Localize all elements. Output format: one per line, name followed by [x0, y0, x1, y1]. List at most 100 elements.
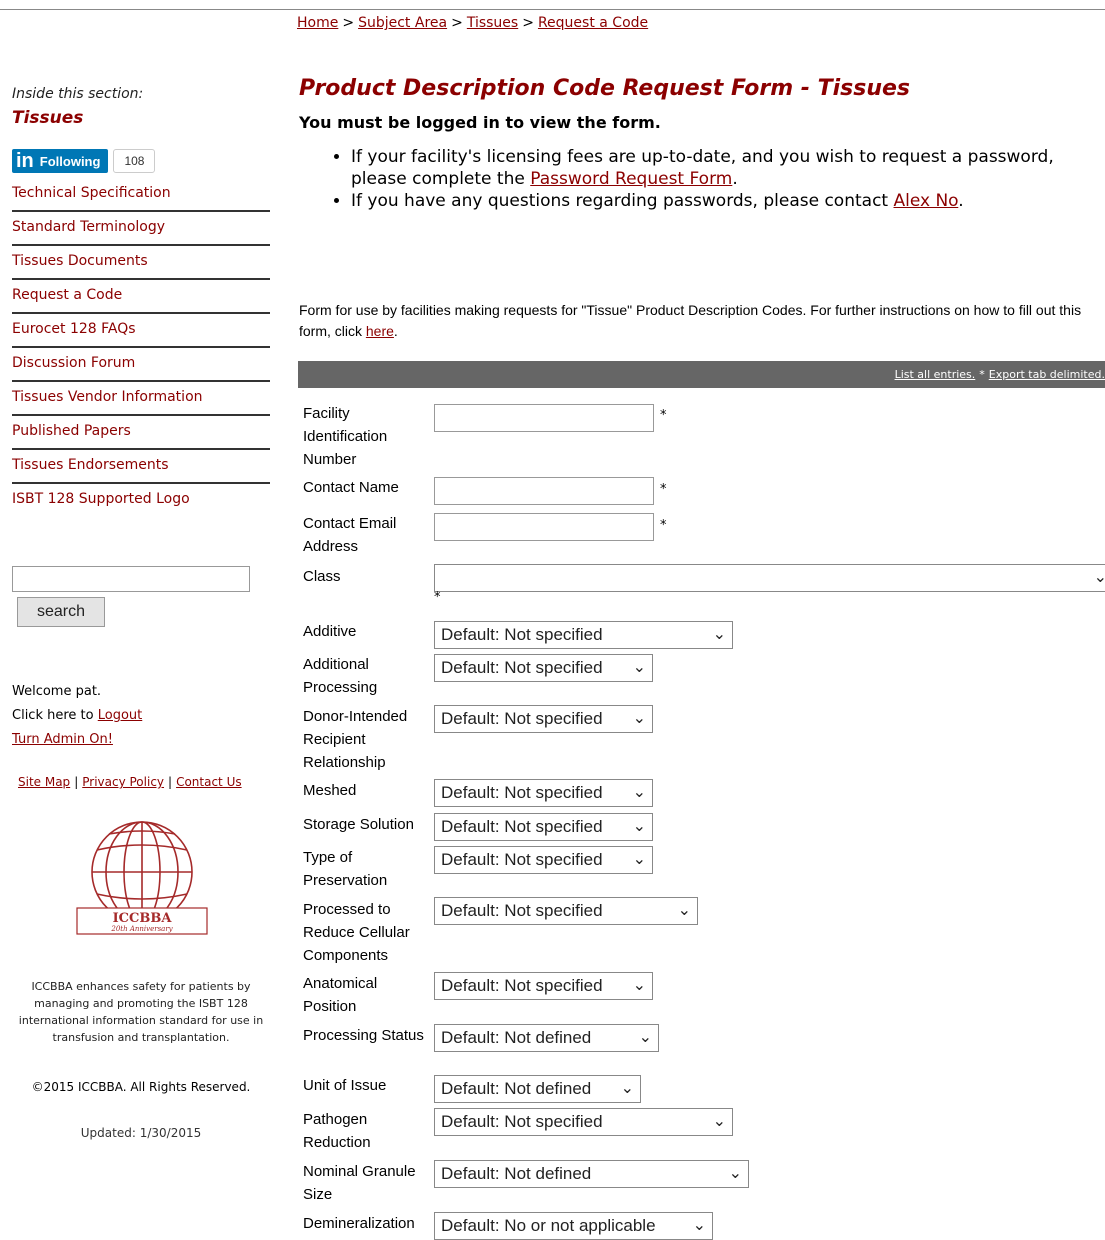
section-title: Tissues — [12, 108, 84, 128]
breadcrumb-home[interactable]: Home — [297, 15, 338, 31]
chevron-down-icon: ⌄ — [712, 1113, 726, 1130]
linkedin-follow-button[interactable]: in Following — [12, 149, 109, 173]
required-marker: * — [434, 590, 441, 605]
contact-us-link[interactable]: Contact Us — [176, 775, 242, 789]
class-label: Class — [303, 568, 341, 585]
logo-subtitle: 20th Anniversary — [110, 925, 173, 933]
form-toolbar: List all entries. * Export tab delimited. — [298, 361, 1105, 388]
reduce-cellular-label: Processed to Reduce Cellular Components — [303, 901, 410, 964]
search-button[interactable]: search — [17, 597, 105, 627]
granule-size-select[interactable]: Default: Not defined ⌄ — [434, 1160, 749, 1188]
copyright: ©2015 ICCBBA. All Rights Reserved. — [31, 1080, 251, 1094]
linkedin-icon: in — [16, 149, 34, 172]
logout-line: Click here to Logout — [12, 704, 142, 728]
facility-id-input[interactable] — [434, 404, 654, 432]
breadcrumb: Home > Subject Area > Tissues > Request a Code — [297, 15, 648, 31]
chevron-down-icon: ⌄ — [632, 977, 646, 994]
iccbba-logo: ICCBBA 20th Anniversary — [67, 816, 217, 944]
breadcrumb-subject-area[interactable]: Subject Area — [358, 15, 447, 31]
select-value: Default: Not specified — [441, 817, 603, 836]
linkedin-follow-label: Following — [39, 153, 101, 169]
anatomical-position-select[interactable]: Default: Not specified ⌄ — [434, 972, 653, 1000]
sidebar-link[interactable]: Tissues Documents — [12, 253, 148, 269]
contact-email-label: Contact Email Address — [303, 515, 397, 555]
sidebar-item-vendor-information: Tissues Vendor Information — [12, 382, 270, 416]
sidebar-item-standard-terminology: Standard Terminology — [12, 212, 270, 246]
footer-divider: | — [168, 775, 173, 789]
login-required-message: You must be logged in to view the form. — [299, 113, 661, 132]
sidebar-link[interactable]: Eurocet 128 FAQs — [12, 321, 136, 337]
site-map-link[interactable]: Site Map — [18, 775, 70, 789]
donor-relationship-select[interactable]: Default: Not specified ⌄ — [434, 705, 653, 733]
form-intro-end: . — [393, 323, 398, 339]
sidebar: Inside this section: Tissues in Followin… — [12, 86, 270, 1140]
list-item: If your facility's licensing fees are up… — [351, 146, 1105, 190]
contact-email-input[interactable] — [434, 513, 654, 541]
form-intro-text: Form for use by facilities making reques… — [299, 302, 1082, 339]
inside-section-label: Inside this section: — [12, 86, 144, 102]
sidebar-link[interactable]: Discussion Forum — [12, 355, 135, 371]
granule-size-label: Nominal Granule Size — [303, 1163, 416, 1203]
sidebar-link[interactable]: Tissues Endorsements — [12, 457, 169, 473]
welcome-block: Welcome pat. Click here to Logout Turn A… — [12, 680, 142, 752]
select-value: Default: Not defined — [441, 1028, 592, 1047]
class-select[interactable]: ⌄ — [434, 564, 1105, 592]
reduce-cellular-select[interactable]: Default: Not specified ⌄ — [434, 897, 698, 925]
demineralization-select[interactable]: Default: No or not applicable ⌄ — [434, 1212, 713, 1240]
sidebar-link[interactable]: Tissues Vendor Information — [12, 389, 203, 405]
list-all-entries-link[interactable]: List all entries. — [895, 368, 976, 381]
contact-name-input[interactable] — [434, 477, 654, 505]
password-contact-text: If you have any questions regarding pass… — [351, 191, 889, 211]
select-value: Default: Not specified — [441, 709, 603, 728]
facility-id-label: Facility Identification Number — [303, 405, 388, 468]
chevron-down-icon: ⌄ — [1093, 569, 1105, 586]
select-value: Default: Not specified — [441, 850, 603, 869]
admin-toggle-link[interactable]: Turn Admin On! — [12, 732, 113, 747]
sidebar-link[interactable]: Published Papers — [12, 423, 131, 439]
select-value: Default: No or not applicable — [441, 1216, 656, 1235]
additive-label: Additive — [303, 623, 357, 640]
additive-select[interactable]: Default: Not specified ⌄ — [434, 621, 733, 649]
pathogen-reduction-label: Pathogen Reduction — [303, 1111, 371, 1151]
sidebar-link[interactable]: ISBT 128 Supported Logo — [12, 491, 190, 507]
unit-of-issue-select[interactable]: Default: Not defined ⌄ — [434, 1075, 641, 1103]
logout-link[interactable]: Logout — [98, 708, 143, 723]
select-value: Default: Not defined — [441, 1079, 592, 1098]
search-input[interactable] — [12, 566, 250, 592]
additional-processing-select[interactable]: Default: Not specified ⌄ — [434, 654, 653, 682]
password-request-link[interactable]: Password Request Form — [530, 169, 732, 189]
processing-status-select[interactable]: Default: Not defined ⌄ — [434, 1024, 659, 1052]
contact-name-label: Contact Name — [303, 479, 399, 496]
sidebar-item-supported-logo: ISBT 128 Supported Logo — [12, 484, 270, 516]
preservation-type-label: Type of Preservation — [303, 849, 388, 889]
select-value: Default: Not specified — [441, 1112, 603, 1131]
export-tab-delimited-link[interactable]: Export tab delimited. — [989, 368, 1105, 381]
linkedin-follower-count: 108 — [113, 149, 156, 173]
sidebar-item-technical-specification: Technical Specification — [12, 178, 270, 212]
breadcrumb-tissues[interactable]: Tissues — [467, 15, 518, 31]
chevron-down-icon: ⌄ — [620, 1080, 634, 1097]
instructions-link[interactable]: here — [366, 323, 394, 339]
chevron-down-icon: ⌄ — [632, 659, 646, 676]
required-marker: * — [660, 408, 667, 423]
demineralization-label: Demineralization — [303, 1215, 415, 1232]
breadcrumb-separator: > — [342, 15, 355, 31]
meshed-select[interactable]: Default: Not specified ⌄ — [434, 779, 653, 807]
sidebar-item-tissues-documents: Tissues Documents — [12, 246, 270, 280]
processing-status-label: Processing Status — [303, 1027, 424, 1044]
preservation-type-select[interactable]: Default: Not specified ⌄ — [434, 846, 653, 874]
toolbar-separator: * — [979, 368, 985, 381]
storage-solution-select[interactable]: Default: Not specified ⌄ — [434, 813, 653, 841]
required-marker: * — [660, 518, 667, 533]
breadcrumb-request-a-code[interactable]: Request a Code — [538, 15, 648, 31]
sidebar-link[interactable]: Request a Code — [12, 287, 122, 303]
select-value: Default: Not specified — [441, 783, 603, 802]
chevron-down-icon: ⌄ — [677, 902, 691, 919]
contact-person-link[interactable]: Alex No — [893, 191, 958, 211]
sidebar-item-published-papers: Published Papers — [12, 416, 270, 450]
storage-solution-label: Storage Solution — [303, 816, 414, 833]
privacy-policy-link[interactable]: Privacy Policy — [82, 775, 164, 789]
sidebar-link[interactable]: Technical Specification — [12, 185, 171, 201]
pathogen-reduction-select[interactable]: Default: Not specified ⌄ — [434, 1108, 733, 1136]
sidebar-link[interactable]: Standard Terminology — [12, 219, 165, 235]
